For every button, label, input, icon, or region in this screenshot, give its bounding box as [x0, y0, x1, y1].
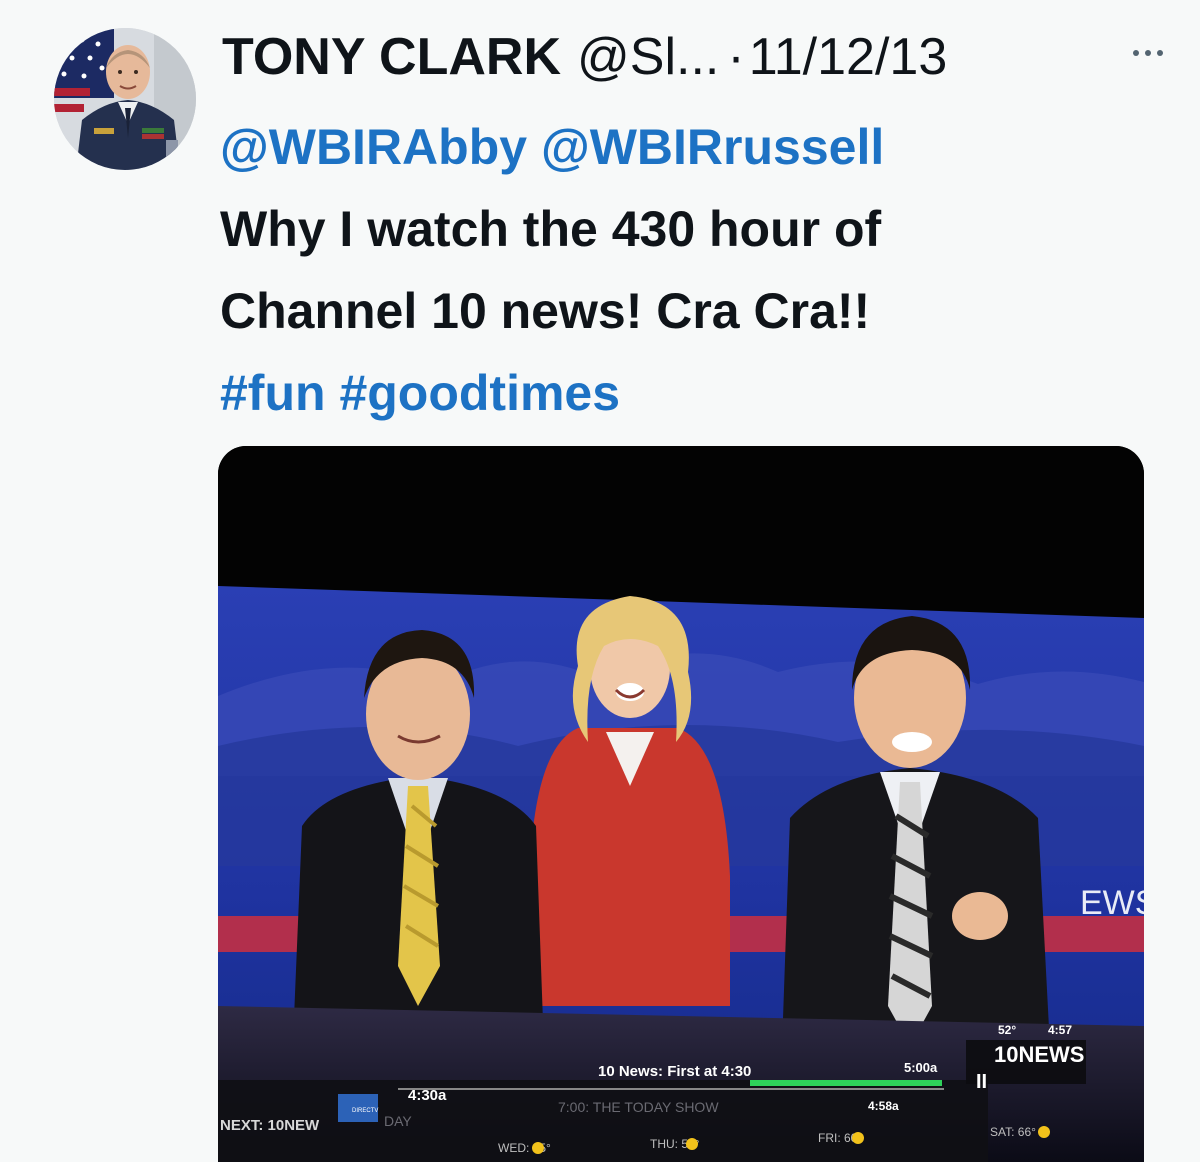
more-dot [1145, 50, 1151, 56]
ticker-next-label: NEXT: 10NEW [220, 1117, 320, 1134]
ticker-program: 10 News: First at 4:30 [598, 1063, 751, 1080]
mention-link[interactable]: @WBIRAbby [220, 119, 527, 175]
tweet-card[interactable]: TONY CLARK @Sl... · 11/12/13 @WBIRAbby @… [0, 0, 1200, 1162]
tweet-timestamp[interactable]: 11/12/13 [749, 27, 948, 87]
avatar[interactable] [54, 28, 196, 170]
directv-logo: DIRECTV [352, 1108, 378, 1114]
ticker-end-time: 5:00a [904, 1060, 938, 1075]
tv-screen-photo: EWS [218, 446, 1144, 1162]
author-handle[interactable]: @Sl... [577, 27, 719, 87]
more-dot [1133, 50, 1139, 56]
tweet-text-line: Why I watch the 430 hour of [220, 201, 882, 257]
mentions-line: @WBIRAbby @WBIRrussell [220, 106, 1160, 188]
separator-dot: · [727, 28, 745, 86]
tweet-header: TONY CLARK @Sl... · 11/12/13 [222, 22, 1130, 92]
tweet-text-line: Channel 10 news! Cra Cra!! [220, 283, 871, 339]
author-name[interactable]: TONY CLARK [222, 27, 561, 87]
wall-text: EWS [1080, 884, 1144, 922]
ticker-progress-bar [750, 1080, 942, 1086]
tweet-text: @WBIRAbby @WBIRrussell Why I watch the 4… [220, 106, 1160, 434]
more-dot [1157, 50, 1163, 56]
forecast-sat: SAT: 66° [990, 1125, 1036, 1139]
hashtag-link[interactable]: #fun [220, 365, 326, 421]
ticker-next-time: 4:58a [868, 1099, 899, 1113]
ticker-next-show: 7:00: THE TODAY SHOW [558, 1099, 719, 1115]
weather-temp: 52° [998, 1023, 1016, 1037]
hashtags-line: #fun #goodtimes [220, 352, 1160, 434]
pause-icon: II [976, 1071, 987, 1093]
avatar-image [54, 28, 196, 170]
more-options-icon[interactable] [1120, 38, 1176, 68]
station-logo: 10NEWS [994, 1042, 1084, 1067]
tv-clock: 4:57 [1048, 1023, 1072, 1037]
ticker-next-suffix: DAY [384, 1113, 412, 1129]
mention-link[interactable]: @WBIRrussell [541, 119, 884, 175]
tweet-media-photo[interactable]: EWS [218, 446, 1144, 1162]
hashtag-link[interactable]: #goodtimes [339, 365, 620, 421]
